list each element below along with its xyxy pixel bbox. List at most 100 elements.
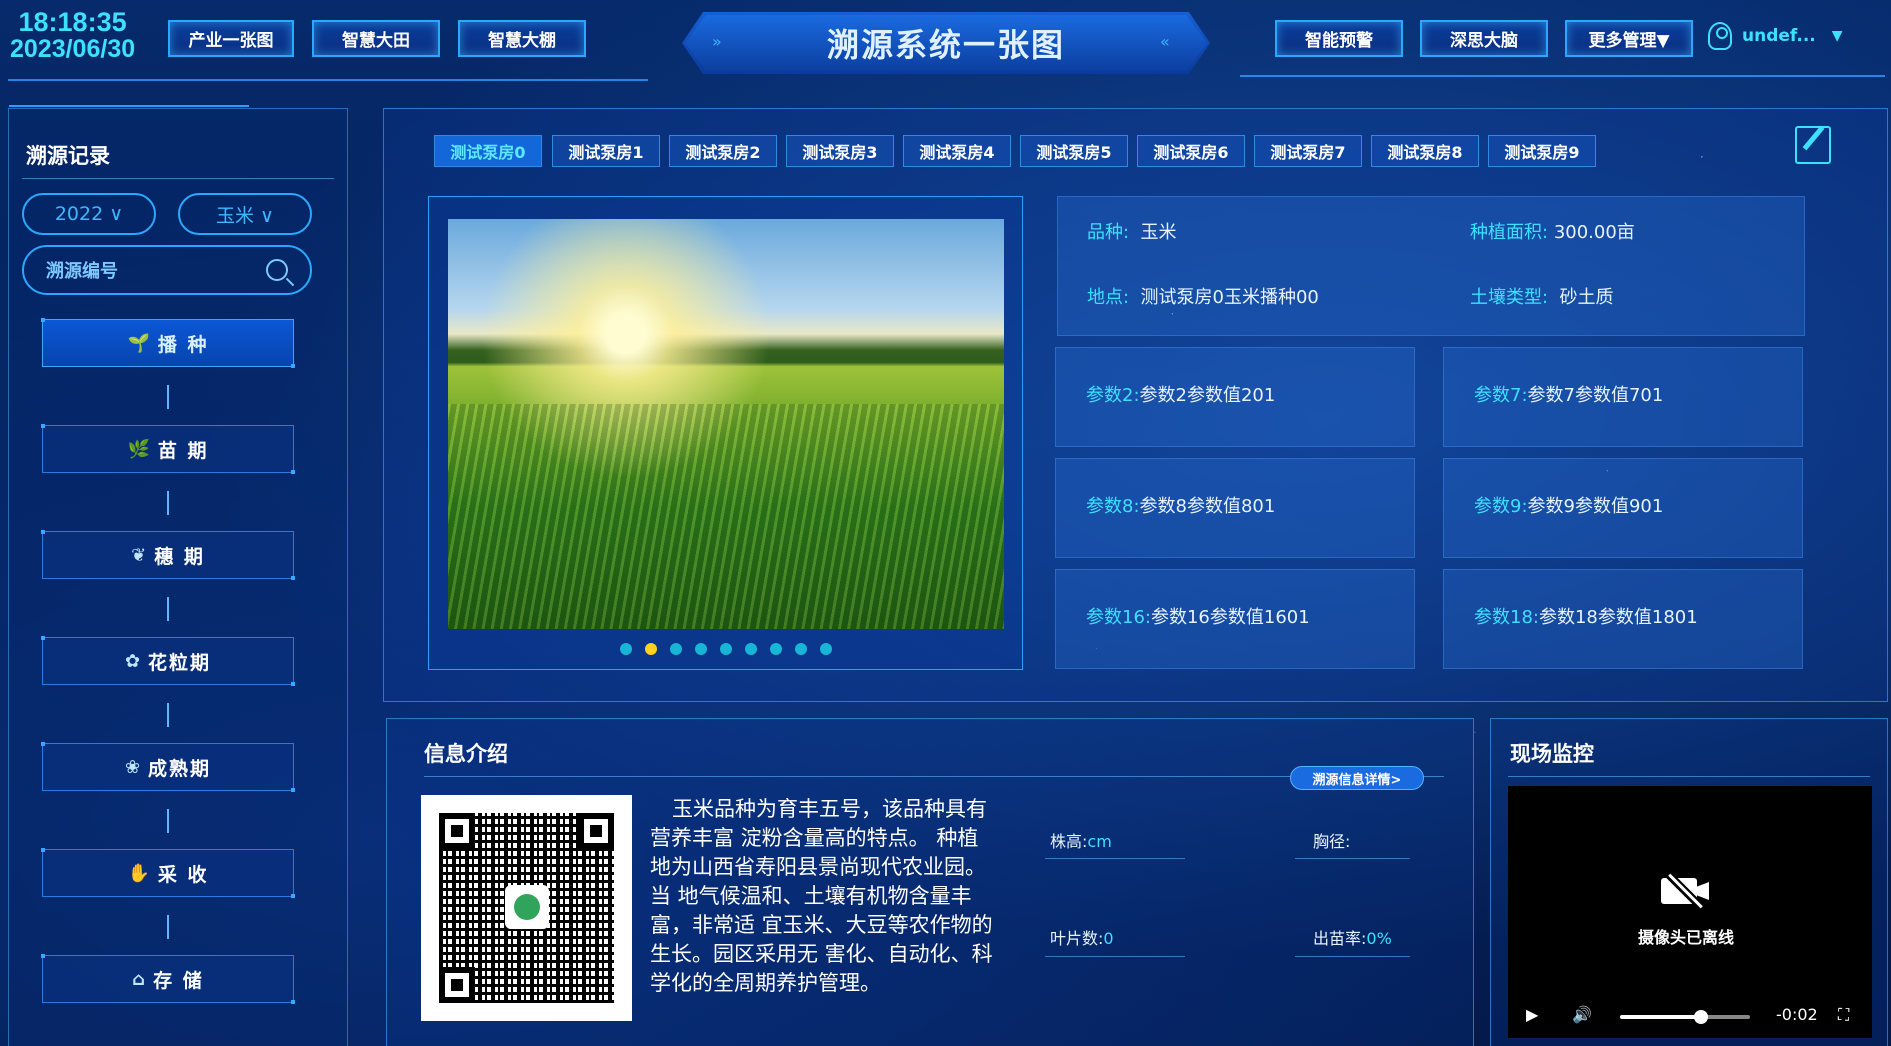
flower-icon: ✿ xyxy=(124,650,141,672)
metric-value: 0 xyxy=(1103,929,1114,948)
stage-mature[interactable]: ❀ 成熟期 xyxy=(41,742,295,792)
user-menu[interactable]: undef... ▼ xyxy=(1708,22,1843,50)
plant-height-metric: 株高:cm xyxy=(1050,828,1112,852)
emergence-rate-metric: 出苗率:0% xyxy=(1313,925,1392,949)
play-icon[interactable]: ▶ xyxy=(1526,1005,1538,1024)
nav-industry-map[interactable]: 产业一张图 xyxy=(168,20,294,57)
param-label: 参数16: xyxy=(1086,607,1151,628)
location-label: 地点: xyxy=(1087,287,1130,308)
page-title-banner: 溯源系统一张图 xyxy=(682,12,1210,74)
nav-more-management[interactable]: 更多管理▼ xyxy=(1565,20,1693,57)
carousel-dot[interactable] xyxy=(745,643,757,655)
variety-value: 玉米 xyxy=(1140,222,1177,243)
stage-seedling[interactable]: 🌿 苗 期 xyxy=(41,424,295,474)
tab-pump-house-2[interactable]: 测试泵房2 xyxy=(669,135,777,167)
video-player[interactable] xyxy=(1508,786,1872,1038)
stage-flowering[interactable]: ✿ 花粒期 xyxy=(41,636,295,686)
tab-pump-house-6[interactable]: 测试泵房6 xyxy=(1137,135,1245,167)
search-icon[interactable] xyxy=(266,259,288,281)
carousel-dot[interactable] xyxy=(795,643,807,655)
param-item: 参数7:参数7参数值701 xyxy=(1474,381,1663,407)
nav-smart-greenhouse[interactable]: 智慧大棚 xyxy=(458,20,586,57)
param-label: 参数9: xyxy=(1474,496,1528,517)
stage-sowing[interactable]: 🌱 播 种 xyxy=(41,318,295,368)
volume-slider[interactable] xyxy=(1620,1010,1750,1024)
volume-knob[interactable] xyxy=(1693,1010,1708,1024)
nav-smart-field[interactable]: 智慧大田 xyxy=(312,20,440,57)
variety-field: 品种: 玉米 xyxy=(1087,218,1177,244)
qr-finder xyxy=(439,813,475,849)
trace-record-title: 溯源记录 xyxy=(26,144,110,168)
crop-select[interactable]: 玉米 ∨ xyxy=(178,193,312,235)
tab-pump-house-0[interactable]: 测试泵房0 xyxy=(434,135,542,167)
stage-label: 穗 期 xyxy=(154,545,205,568)
metric-label: 叶片数: xyxy=(1050,929,1104,948)
carousel-dot[interactable] xyxy=(620,643,632,655)
metric-underline xyxy=(1295,858,1410,859)
nav-deep-brain[interactable]: 深思大脑 xyxy=(1420,20,1548,57)
tab-pump-house-9[interactable]: 测试泵房9 xyxy=(1488,135,1596,167)
stage-label: 采 收 xyxy=(157,863,209,886)
volume-fill xyxy=(1620,1015,1701,1019)
current-date: 2023/06/30 xyxy=(10,35,136,64)
param-value: 参数7参数值701 xyxy=(1527,385,1664,406)
trace-detail-link[interactable]: 溯源信息详情> xyxy=(1290,766,1424,790)
tab-pump-house-1[interactable]: 测试泵房1 xyxy=(552,135,660,167)
metric-label: 胸径: xyxy=(1313,832,1351,851)
param-value: 参数18参数值1801 xyxy=(1538,607,1698,628)
stage-storage[interactable]: ⌂ 存 储 xyxy=(41,954,295,1004)
carousel-dot[interactable] xyxy=(670,643,682,655)
trace-search-input[interactable]: 溯源编号 xyxy=(22,245,312,295)
search-placeholder: 溯源编号 xyxy=(46,261,118,282)
title-arrow-left-icon: » xyxy=(712,32,722,51)
qr-finder xyxy=(439,967,475,1003)
clock: 18:18:35 2023/06/30 xyxy=(10,8,135,63)
stage-ear[interactable]: ❦ 穗 期 xyxy=(41,530,295,580)
soil-label: 土壤类型: xyxy=(1470,287,1549,308)
param-label: 参数18: xyxy=(1474,607,1539,628)
carousel-dot[interactable] xyxy=(695,643,707,655)
metric-value: 0% xyxy=(1366,929,1392,948)
metric-underline xyxy=(1045,956,1185,957)
live-monitor-divider xyxy=(1508,776,1870,777)
carousel-dot[interactable] xyxy=(720,643,732,655)
diameter-metric: 胸径: xyxy=(1313,828,1350,852)
metric-label: 出苗率: xyxy=(1313,929,1367,948)
tab-pump-house-4[interactable]: 测试泵房4 xyxy=(903,135,1011,167)
stage-harvest[interactable]: ✋ 采 收 xyxy=(41,848,295,898)
param-item: 参数9:参数9参数值901 xyxy=(1474,492,1663,518)
basic-info-box xyxy=(1057,196,1805,336)
user-icon xyxy=(1708,22,1732,50)
nav-smart-warning[interactable]: 智能预警 xyxy=(1275,20,1403,57)
param-label: 参数8: xyxy=(1086,496,1140,517)
qr-pattern xyxy=(439,813,614,1003)
time-remaining: -0:02 xyxy=(1776,1005,1818,1024)
current-time: 18:18:35 xyxy=(18,7,127,37)
stage-label: 存 储 xyxy=(153,969,204,992)
seed-icon: 🌱 xyxy=(127,332,150,354)
stage-label: 花粒期 xyxy=(148,651,212,674)
tab-pump-house-8[interactable]: 测试泵房8 xyxy=(1371,135,1479,167)
header-divider-left xyxy=(8,79,648,81)
stage-connector xyxy=(167,703,169,727)
header-divider-right xyxy=(1240,75,1885,77)
stage-connector xyxy=(167,915,169,939)
year-select[interactable]: 2022 ∨ xyxy=(22,193,156,235)
tab-pump-house-3[interactable]: 测试泵房3 xyxy=(786,135,894,167)
metric-underline xyxy=(1295,956,1410,957)
carousel-dot[interactable] xyxy=(820,643,832,655)
param-item: 参数18:参数18参数值1801 xyxy=(1474,603,1698,629)
carousel-dot[interactable] xyxy=(770,643,782,655)
param-value: 参数2参数值201 xyxy=(1139,385,1276,406)
carousel-dot[interactable] xyxy=(645,643,657,655)
user-name: undef... xyxy=(1742,26,1816,46)
param-item: 参数16:参数16参数值1601 xyxy=(1086,603,1310,629)
volume-icon[interactable]: 🔊 xyxy=(1572,1005,1592,1024)
edit-icon[interactable] xyxy=(1795,126,1831,164)
tab-pump-house-7[interactable]: 测试泵房7 xyxy=(1254,135,1362,167)
param-label: 参数7: xyxy=(1474,385,1528,406)
fullscreen-icon[interactable]: ⛶ xyxy=(1838,1005,1849,1025)
crop-field-photo xyxy=(448,219,1004,629)
tab-pump-house-5[interactable]: 测试泵房5 xyxy=(1020,135,1128,167)
metric-label: 株高: xyxy=(1050,832,1088,851)
